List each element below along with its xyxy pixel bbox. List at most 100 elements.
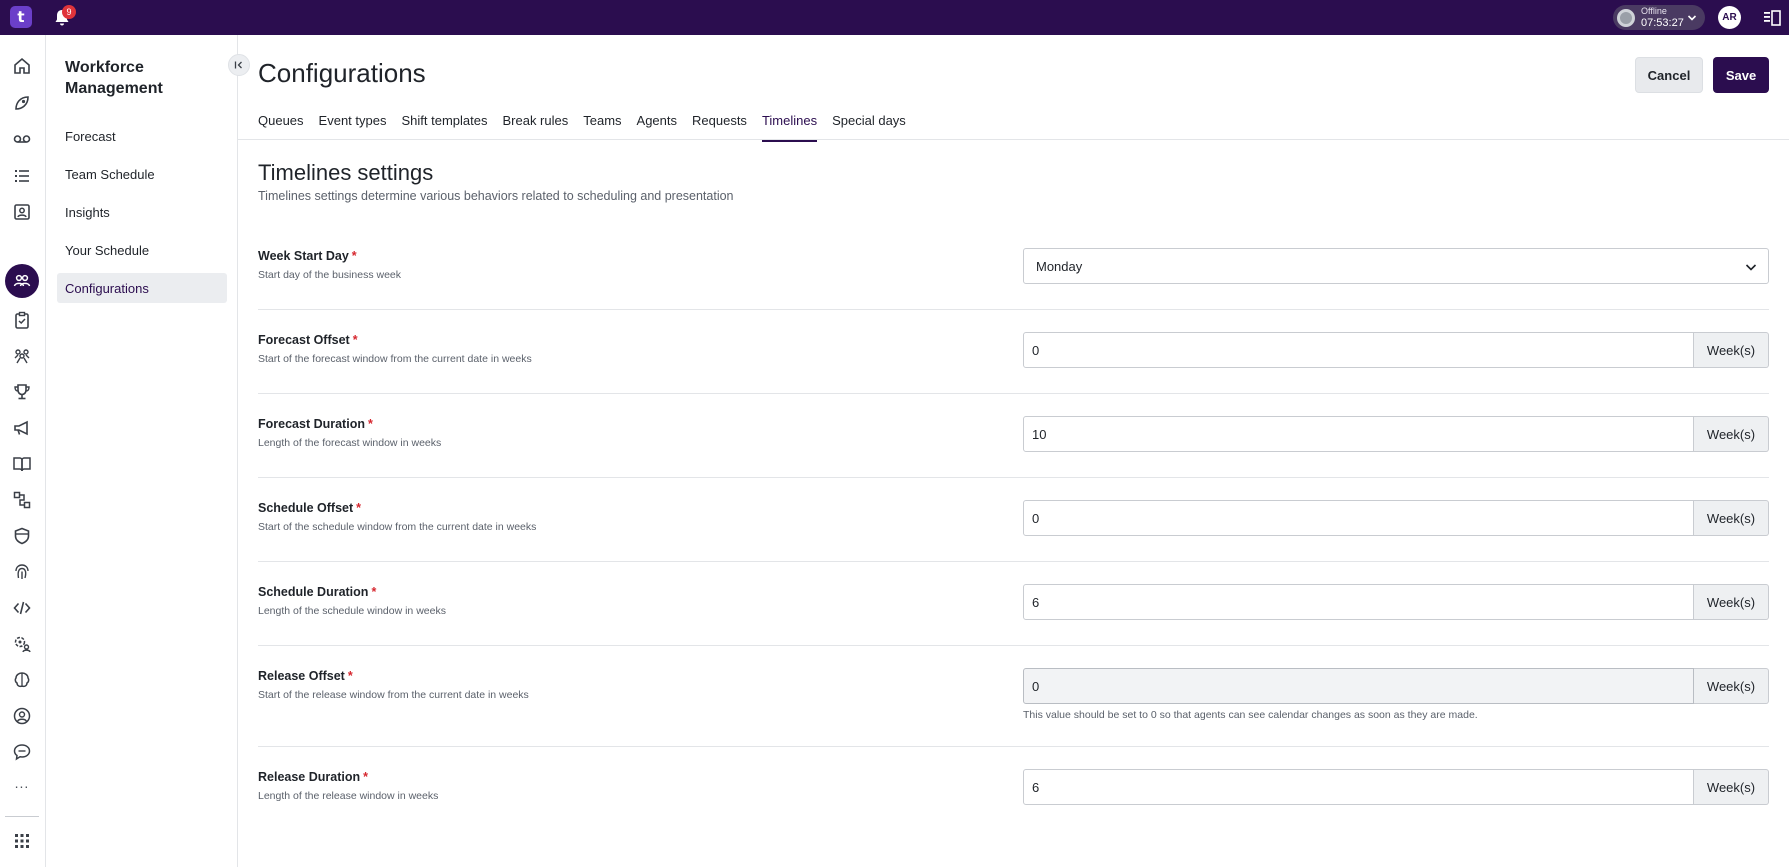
week-start-day-value: Monday <box>1036 258 1083 274</box>
trophy-icon[interactable] <box>11 381 33 403</box>
forecast-duration-unit: Week(s) <box>1694 416 1769 452</box>
nav-title: Workforce Management <box>65 59 163 97</box>
release-duration-unit: Week(s) <box>1694 769 1769 805</box>
rocket-icon[interactable] <box>11 92 33 114</box>
forecast-duration-input[interactable] <box>1023 416 1694 452</box>
tab-teams[interactable]: Teams <box>583 113 621 140</box>
row-divider <box>258 477 1769 478</box>
nav-item-forecast[interactable]: Forecast <box>57 121 227 151</box>
row-divider <box>258 746 1769 747</box>
notification-badge: 9 <box>62 5 76 19</box>
workforce-icon[interactable] <box>11 270 33 292</box>
release-duration-help: Length of the release window in weeks <box>258 790 439 802</box>
release-offset-help: Start of the release window from the cur… <box>258 689 529 701</box>
schedule-offset-input[interactable] <box>1023 500 1694 536</box>
chat-icon[interactable] <box>11 741 33 763</box>
tab-requests[interactable]: Requests <box>692 113 747 140</box>
logo-text: t <box>17 8 25 26</box>
required-marker: * <box>371 585 377 599</box>
tab-event-types[interactable]: Event types <box>319 113 387 140</box>
config-tabs: Queues Event types Shift templates Break… <box>258 113 921 142</box>
nav-item-team-schedule[interactable]: Team Schedule <box>57 159 227 189</box>
tab-timelines[interactable]: Timelines <box>761 113 818 142</box>
page-title: Configurations <box>258 58 426 88</box>
tab-shift-templates[interactable]: Shift templates <box>401 113 487 140</box>
schedule-offset-help: Start of the schedule window from the cu… <box>258 521 537 533</box>
team-icon[interactable] <box>11 345 33 367</box>
clipboard-icon[interactable] <box>11 309 33 331</box>
tab-agents[interactable]: Agents <box>637 113 677 140</box>
more-apps-button[interactable]: ... <box>10 775 34 791</box>
forecast-offset-input[interactable] <box>1023 332 1694 368</box>
megaphone-icon[interactable] <box>11 417 33 439</box>
release-offset-input <box>1023 668 1694 704</box>
required-marker: * <box>351 249 357 263</box>
forecast-duration-label: Forecast Duration * <box>258 417 373 431</box>
release-offset-unit: Week(s) <box>1694 668 1769 704</box>
release-duration-input[interactable] <box>1023 769 1694 805</box>
grid-icon[interactable] <box>11 830 33 852</box>
app-logo[interactable]: t <box>10 6 32 28</box>
brain-icon[interactable] <box>11 669 33 691</box>
required-marker: * <box>356 501 362 515</box>
code-icon[interactable] <box>11 597 33 619</box>
schedule-offset-unit: Week(s) <box>1694 500 1769 536</box>
chevron-down-icon <box>1687 15 1697 21</box>
book-icon[interactable] <box>11 453 33 475</box>
tab-special-days[interactable]: Special days <box>832 113 906 140</box>
release-offset-note: This value should be set to 0 so that ag… <box>1023 709 1478 721</box>
tabs-divider <box>238 139 1789 140</box>
status-indicator-icon <box>1617 8 1635 27</box>
required-marker: * <box>363 770 368 784</box>
status-label: Offline <box>1641 5 1667 16</box>
voicemail-icon[interactable] <box>11 128 33 150</box>
release-duration-label: Release Duration * <box>258 770 368 784</box>
chevron-down-icon <box>1745 264 1757 271</box>
row-divider <box>258 645 1769 646</box>
nav-item-insights[interactable]: Insights <box>57 197 227 227</box>
week-start-day-label: Week Start Day * <box>258 249 357 263</box>
release-offset-label: Release Offset * <box>258 669 353 683</box>
section-nav: Workforce Management Forecast Team Sched… <box>46 35 250 867</box>
forecast-offset-label: Forecast Offset * <box>258 333 358 347</box>
week-start-day-help: Start day of the business week <box>258 269 401 281</box>
status-timer: 07:53:27 <box>1641 16 1684 29</box>
side-panel-icon[interactable] <box>1763 9 1781 27</box>
required-marker: * <box>352 333 358 347</box>
settings-people-icon[interactable] <box>11 633 33 655</box>
nav-item-configurations[interactable]: Configurations <box>57 273 227 303</box>
agent-status-dropdown[interactable]: Offline 07:53:27 <box>1613 5 1705 30</box>
flow-icon[interactable] <box>11 489 33 511</box>
section-description: Timelines settings determine various beh… <box>258 189 734 203</box>
list-icon[interactable] <box>11 165 33 187</box>
forecast-offset-help: Start of the forecast window from the cu… <box>258 353 532 365</box>
row-divider <box>258 393 1769 394</box>
section-title: Timelines settings <box>258 160 434 185</box>
tab-break-rules[interactable]: Break rules <box>502 113 568 140</box>
week-start-day-select[interactable]: Monday <box>1023 248 1769 284</box>
shield-icon[interactable] <box>11 525 33 547</box>
top-bar: t 9 Offline 07:53:27 AR <box>0 0 1789 35</box>
forecast-offset-unit: Week(s) <box>1694 332 1769 368</box>
schedule-duration-unit: Week(s) <box>1694 584 1769 620</box>
required-marker: * <box>347 669 353 683</box>
row-divider <box>258 309 1769 310</box>
app-rail: ... <box>0 35 46 867</box>
user-circle-icon[interactable] <box>11 705 33 727</box>
forecast-duration-help: Length of the forecast window in weeks <box>258 437 442 449</box>
schedule-duration-label: Schedule Duration * <box>258 585 377 599</box>
schedule-duration-input[interactable] <box>1023 584 1694 620</box>
home-icon[interactable] <box>11 55 33 77</box>
required-marker: * <box>367 417 373 431</box>
avatar[interactable]: AR <box>1718 6 1741 29</box>
nav-item-your-schedule[interactable]: Your Schedule <box>57 235 227 265</box>
schedule-duration-help: Length of the schedule window in weeks <box>258 605 446 617</box>
row-divider <box>258 561 1769 562</box>
main-content: Configurations Cancel Save Queues Event … <box>238 35 1789 867</box>
save-button[interactable]: Save <box>1713 57 1769 93</box>
schedule-offset-label: Schedule Offset * <box>258 501 362 515</box>
fingerprint-icon[interactable] <box>11 561 33 583</box>
tab-queues[interactable]: Queues <box>258 113 304 140</box>
contact-card-icon[interactable] <box>11 201 33 223</box>
cancel-button[interactable]: Cancel <box>1635 57 1703 93</box>
